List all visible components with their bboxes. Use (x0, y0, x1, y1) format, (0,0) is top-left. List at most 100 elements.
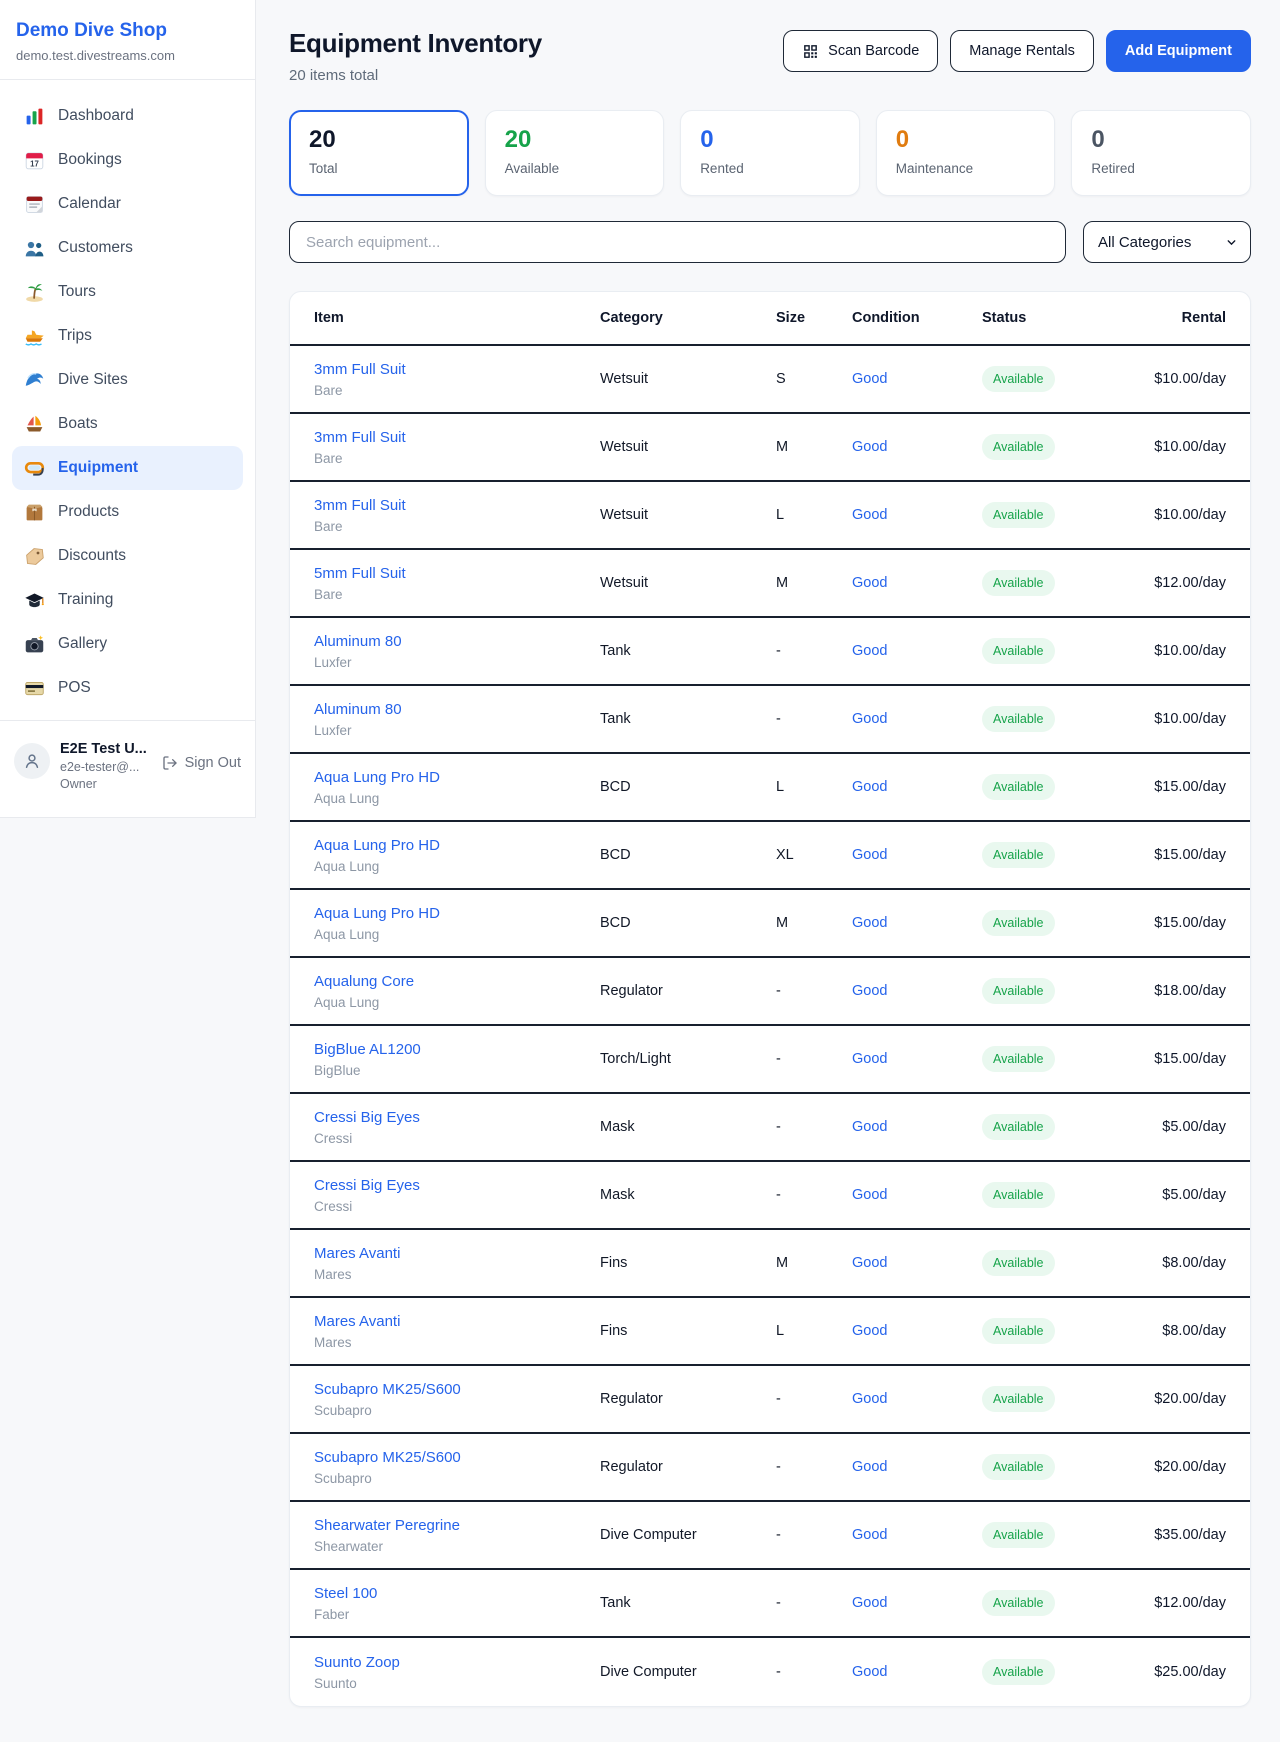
stat-card-available[interactable]: 20Available (485, 110, 665, 196)
item-name-link[interactable]: Mares Avanti (314, 1245, 600, 1262)
table-row: Aqualung CoreAqua LungRegulator-GoodAvai… (290, 958, 1250, 1026)
condition-link[interactable]: Good (852, 1391, 887, 1407)
condition-link[interactable]: Good (852, 439, 887, 455)
item-name-link[interactable]: Aqua Lung Pro HD (314, 905, 600, 922)
chevron-down-icon (1225, 236, 1238, 249)
sidebar-item-trips[interactable]: Trips (12, 314, 243, 358)
sidebar-item-boats[interactable]: Boats (12, 402, 243, 446)
item-name-link[interactable]: 5mm Full Suit (314, 565, 600, 582)
sidebar-item-calendar[interactable]: Calendar (12, 182, 243, 226)
item-name-link[interactable]: Scubapro MK25/S600 (314, 1381, 600, 1398)
stat-card-maintenance[interactable]: 0Maintenance (876, 110, 1056, 196)
stat-card-retired[interactable]: 0Retired (1071, 110, 1251, 196)
scan-barcode-button[interactable]: Scan Barcode (783, 30, 938, 72)
category-select-value: All Categories (1098, 234, 1191, 251)
column-header-size: Size (776, 310, 852, 326)
condition-link[interactable]: Good (852, 1323, 887, 1339)
condition-cell: Good (852, 1526, 982, 1544)
sidebar-item-bookings[interactable]: 17Bookings (12, 138, 243, 182)
category-cell: Dive Computer (600, 1527, 776, 1543)
item-name-link[interactable]: Aluminum 80 (314, 633, 600, 650)
item-name-link[interactable]: Aqua Lung Pro HD (314, 837, 600, 854)
condition-link[interactable]: Good (852, 1119, 887, 1135)
stat-card-rented[interactable]: 0Rented (680, 110, 860, 196)
condition-link[interactable]: Good (852, 1051, 887, 1067)
item-name-link[interactable]: 3mm Full Suit (314, 497, 600, 514)
sidebar-item-equipment[interactable]: Equipment (12, 446, 243, 490)
status-cell: Available (982, 502, 1128, 528)
item-name-link[interactable]: 3mm Full Suit (314, 361, 600, 378)
condition-cell: Good (852, 574, 982, 592)
sidebar-item-customers[interactable]: Customers (12, 226, 243, 270)
sidebar-item-tours[interactable]: Tours (12, 270, 243, 314)
condition-link[interactable]: Good (852, 983, 887, 999)
condition-link[interactable]: Good (852, 847, 887, 863)
sailboat-icon (24, 414, 45, 435)
item-name-link[interactable]: Shearwater Peregrine (314, 1517, 600, 1534)
condition-link[interactable]: Good (852, 1664, 887, 1680)
user-role: Owner (60, 777, 152, 791)
item-name-link[interactable]: Suunto Zoop (314, 1654, 600, 1671)
item-name-link[interactable]: BigBlue AL1200 (314, 1041, 600, 1058)
item-brand: BigBlue (314, 1063, 600, 1078)
item-name-link[interactable]: Aluminum 80 (314, 701, 600, 718)
sidebar-item-training[interactable]: Training (12, 578, 243, 622)
user-name: E2E Test U... (60, 741, 152, 757)
item-cell: Suunto ZoopSuunto (314, 1654, 600, 1691)
stat-card-total[interactable]: 20Total (289, 110, 469, 196)
sidebar-item-dashboard[interactable]: Dashboard (12, 94, 243, 138)
credit-card-icon (24, 678, 45, 699)
item-name-link[interactable]: Aqua Lung Pro HD (314, 769, 600, 786)
sidebar-item-products[interactable]: Products (12, 490, 243, 534)
category-cell: Mask (600, 1187, 776, 1203)
condition-link[interactable]: Good (852, 1255, 887, 1271)
item-name-link[interactable]: Mares Avanti (314, 1313, 600, 1330)
sidebar-item-gallery[interactable]: Gallery (12, 622, 243, 666)
search-input[interactable] (289, 221, 1066, 263)
size-cell: - (776, 643, 852, 659)
category-cell: Fins (600, 1323, 776, 1339)
condition-link[interactable]: Good (852, 575, 887, 591)
item-name-link[interactable]: 3mm Full Suit (314, 429, 600, 446)
status-cell: Available (982, 910, 1128, 936)
page-header: Equipment Inventory 20 items total Scan … (289, 28, 1251, 84)
category-select[interactable]: All Categories (1083, 221, 1251, 263)
item-name-link[interactable]: Cressi Big Eyes (314, 1109, 600, 1126)
sidebar-item-dive-sites[interactable]: Dive Sites (12, 358, 243, 402)
condition-link[interactable]: Good (852, 779, 887, 795)
condition-link[interactable]: Good (852, 1459, 887, 1475)
condition-link[interactable]: Good (852, 371, 887, 387)
sidebar-item-label: Products (58, 503, 119, 521)
condition-link[interactable]: Good (852, 1595, 887, 1611)
item-name-link[interactable]: Steel 100 (314, 1585, 600, 1602)
condition-link[interactable]: Good (852, 915, 887, 931)
condition-link[interactable]: Good (852, 1187, 887, 1203)
table-row: BigBlue AL1200BigBlueTorch/Light-GoodAva… (290, 1026, 1250, 1094)
speedboat-icon (24, 326, 45, 347)
sidebar-item-discounts[interactable]: Discounts (12, 534, 243, 578)
brand-name[interactable]: Demo Dive Shop (16, 20, 239, 42)
item-cell: Shearwater PeregrineShearwater (314, 1517, 600, 1554)
condition-cell: Good (852, 1390, 982, 1408)
item-name-link[interactable]: Scubapro MK25/S600 (314, 1449, 600, 1466)
equipment-table: ItemCategorySizeConditionStatusRental 3m… (289, 291, 1251, 1707)
size-cell: - (776, 983, 852, 999)
add-equipment-button[interactable]: Add Equipment (1106, 30, 1251, 72)
condition-link[interactable]: Good (852, 1527, 887, 1543)
sidebar-item-label: Equipment (58, 459, 138, 477)
item-name-link[interactable]: Aqualung Core (314, 973, 600, 990)
status-badge: Available (982, 434, 1055, 460)
item-name-link[interactable]: Cressi Big Eyes (314, 1177, 600, 1194)
condition-cell: Good (852, 1594, 982, 1612)
table-row: Aqua Lung Pro HDAqua LungBCDLGoodAvailab… (290, 754, 1250, 822)
condition-link[interactable]: Good (852, 507, 887, 523)
manage-rentals-button[interactable]: Manage Rentals (950, 30, 1094, 72)
sign-out-button[interactable]: Sign Out (162, 755, 241, 771)
category-cell: Wetsuit (600, 439, 776, 455)
avatar (14, 743, 50, 779)
table-row: Cressi Big EyesCressiMask-GoodAvailable$… (290, 1094, 1250, 1162)
sidebar-item-pos[interactable]: POS (12, 666, 243, 710)
condition-link[interactable]: Good (852, 643, 887, 659)
sidebar-item-label: Bookings (58, 151, 122, 169)
condition-link[interactable]: Good (852, 711, 887, 727)
